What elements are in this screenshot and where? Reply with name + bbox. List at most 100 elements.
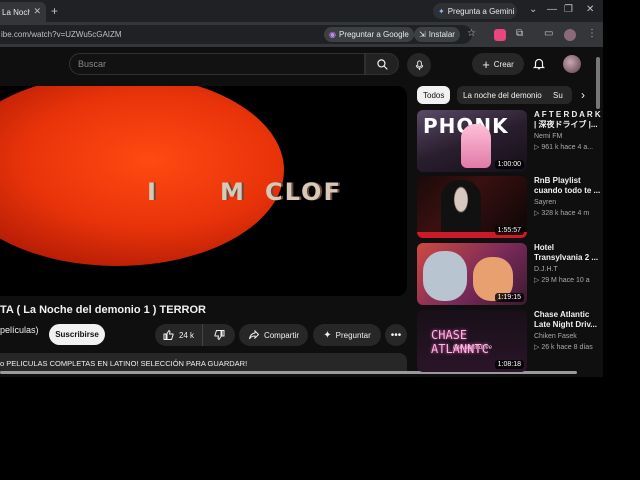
gemini-label: Pregunta a Gemini [447, 6, 515, 16]
recommendation-title: A F T E R D A R K [534, 110, 601, 119]
more-horizontal-icon: ••• [390, 329, 402, 341]
tab-search-icon[interactable]: ⌄ [529, 4, 537, 15]
chips-next-chevron-icon[interactable]: › [574, 86, 592, 104]
profile-icon[interactable] [564, 29, 576, 41]
account-avatar[interactable] [563, 55, 581, 73]
recommendation-meta: RnB Playlist cuando todo te ... Sayren ▷… [534, 176, 603, 217]
video-overlay-text: I [147, 178, 158, 206]
sparkle-icon: ✦ [323, 329, 332, 341]
video-overlay-text: M [220, 178, 246, 206]
thumbs-up-icon [163, 329, 174, 340]
duration-badge: 1:00:00 [494, 160, 524, 169]
cartoon-character-left [423, 251, 467, 301]
recommendation-item[interactable]: CHASE ATLANNTC late night drive 1:08:18 … [417, 310, 603, 372]
video-player[interactable]: I M CLOF [0, 86, 407, 296]
recommendation-title: cuando todo te ... [534, 186, 601, 195]
video-thumbnail[interactable]: 1:19:15 [417, 243, 527, 305]
dislike-button[interactable] [203, 324, 235, 346]
video-title: TA ( La Noche del demonio 1 ) TERROR [0, 304, 206, 316]
search-input[interactable]: Buscar [69, 53, 365, 75]
ask-button[interactable]: ✦ Preguntar [313, 324, 381, 346]
plus-icon: + [482, 56, 490, 72]
address-bar-row: ibe.com/watch?v=UZWu5cGAIZM ◉ Preguntar … [0, 22, 603, 47]
channel-name[interactable]: películas) [0, 325, 39, 335]
subscribe-button[interactable]: Suscribirse [49, 324, 105, 345]
recommendation-title: Chase Atlantic [534, 310, 590, 319]
video-frame-red-moon [0, 86, 284, 266]
new-tab-icon[interactable]: + [51, 4, 58, 18]
bookmark-star-icon[interactable]: ☆ [467, 28, 476, 39]
video-thumbnail[interactable]: 1:55:57 [417, 176, 527, 238]
recommendation-item[interactable]: PHONK 1:00:00 A F T E R D A R K | 深夜ドライブ… [417, 110, 603, 172]
share-button[interactable]: Compartir [239, 324, 308, 346]
create-button[interactable]: + Crear [472, 53, 524, 75]
ask-label: Preguntar [335, 330, 371, 340]
browser-window: La Noch ✕ + ✦ Pregunta a Gemini ⌄ — ❐ ✕ … [0, 0, 603, 377]
ask-google-button[interactable]: ◉ Preguntar a Google [324, 27, 414, 42]
recommendation-channel: Chiken Fasek [534, 333, 577, 340]
recommendation-stats: ▷ 29 M hace 10 a [534, 277, 590, 284]
voice-search-button[interactable] [407, 53, 431, 77]
recommendation-channel: D.J.H.T [534, 266, 558, 273]
recommendation-title: RnB Playlist [534, 176, 581, 185]
share-label: Compartir [263, 330, 300, 340]
chip-todos[interactable]: Todos [417, 86, 451, 104]
like-count: 24 k [178, 330, 195, 340]
woman-portrait-figure [441, 180, 481, 236]
recommendation-stats: ▷ 961 k hace 4 a... [534, 144, 594, 151]
youtube-header: Buscar + Crear [0, 47, 603, 83]
gemini-icon: ✦ [438, 6, 445, 16]
recommendation-channel: Nemi FM [534, 133, 563, 140]
close-window-icon[interactable]: ✕ [586, 4, 594, 15]
thumbs-down-icon [214, 330, 225, 341]
recommendation-title: Transylvania 2 ... [534, 253, 599, 262]
recommendation-stats: ▷ 328 k hace 4 m [534, 210, 590, 217]
video-thumbnail[interactable]: CHASE ATLANNTC late night drive 1:08:18 [417, 310, 527, 372]
recommendation-channel: Sayren [534, 199, 557, 206]
search-icon [376, 58, 388, 70]
recommendation-title: Hotel [534, 243, 554, 252]
recommendation-item[interactable]: 1:19:15 Hotel Transylvania 2 ... D.J.H.T… [417, 243, 603, 305]
install-label: Instalar [428, 30, 455, 39]
description-text: o PELICULAS COMPLETAS EN LATINO! SELECCI… [0, 359, 248, 368]
recommendation-item[interactable]: 1:55:57 RnB Playlist cuando todo te ... … [417, 176, 603, 238]
menu-kebab-icon[interactable]: ⋮ [587, 28, 597, 39]
install-icon: ⇲ [419, 30, 426, 39]
create-label: Crear [493, 59, 514, 69]
chip-partial[interactable]: Su [550, 86, 572, 104]
like-button[interactable]: 24 k [155, 324, 203, 346]
minimize-icon[interactable]: — [547, 4, 557, 15]
thumbnail-subtext: late night drive [453, 345, 493, 351]
duration-badge: 1:19:15 [494, 293, 524, 302]
google-lens-icon: ◉ [329, 30, 336, 39]
search-button[interactable] [365, 53, 399, 75]
close-tab-icon[interactable]: ✕ [33, 6, 41, 17]
recommendation-title: | 深夜ドライブ |... [534, 120, 598, 129]
tab-strip: La Noch ✕ + ✦ Pregunta a Gemini ⌄ — ❐ ✕ [0, 0, 603, 22]
gemini-button[interactable]: ✦ Pregunta a Gemini [433, 3, 517, 19]
description-box[interactable]: o PELICULAS COMPLETAS EN LATINO! SELECCI… [0, 353, 407, 373]
video-thumbnail[interactable]: PHONK 1:00:00 [417, 110, 527, 172]
install-app-button[interactable]: ⇲ Instalar [414, 27, 460, 42]
anime-character-figure [461, 124, 491, 168]
notifications-bell-icon[interactable] [532, 56, 546, 71]
video-overlay-text: CLOF [265, 178, 342, 206]
share-arrow-icon [248, 329, 260, 340]
recommendation-meta: A F T E R D A R K | 深夜ドライブ |... Nemi FM … [534, 110, 603, 151]
tab-active[interactable]: La Noch ✕ [0, 2, 46, 22]
filter-chips: Todos La noche del demonio Su › [417, 86, 603, 104]
restore-icon[interactable]: ❐ [564, 4, 573, 15]
extension-icon[interactable] [494, 29, 506, 41]
search-placeholder: Buscar [78, 59, 107, 69]
recommendation-stats: ▷ 26 k hace 8 días [534, 344, 593, 351]
ask-google-label: Preguntar a Google [338, 30, 409, 39]
chip-la-noche-del-demonio[interactable]: La noche del demonio [457, 86, 563, 104]
cast-icon[interactable]: ▭ [544, 28, 553, 39]
duration-badge: 1:55:57 [494, 226, 524, 235]
more-actions-button[interactable]: ••• [385, 324, 407, 346]
extensions-puzzle-icon[interactable]: ⧉ [516, 28, 523, 39]
like-dislike-group: 24 k [155, 324, 235, 346]
url-text: ibe.com/watch?v=UZWu5cGAIZM [1, 30, 122, 39]
recommendation-title: Late Night Driv... [534, 320, 597, 329]
thumbnail-text: CHASE ATLANNTC [431, 328, 489, 356]
